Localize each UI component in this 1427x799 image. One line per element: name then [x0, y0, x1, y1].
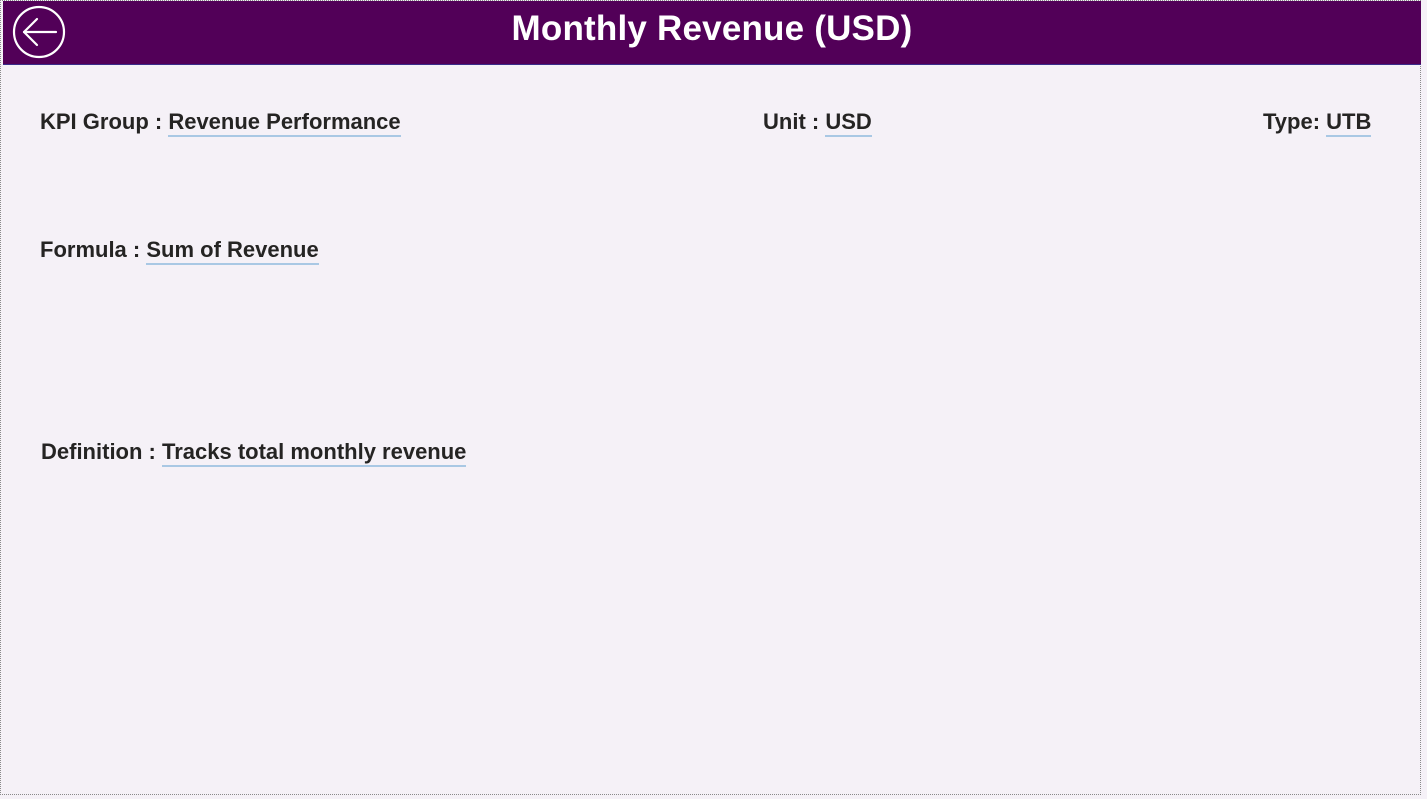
- type-value[interactable]: UTB: [1326, 109, 1372, 137]
- header-bar: Monthly Revenue (USD): [3, 1, 1421, 65]
- formula-label: Formula :: [40, 237, 147, 262]
- kpi-group-value[interactable]: Revenue Performance: [168, 109, 401, 137]
- unit-label: Unit :: [763, 109, 826, 134]
- unit-field: Unit : USD: [763, 109, 872, 137]
- definition-value[interactable]: Tracks total monthly revenue: [161, 439, 467, 467]
- definition-field: Definition : Tracks total monthly revenu…: [41, 439, 467, 467]
- kpi-group-field: KPI Group : Revenue Performance: [40, 109, 401, 137]
- unit-value[interactable]: USD: [825, 109, 872, 137]
- type-label: Type:: [1263, 109, 1327, 134]
- formula-field: Formula : Sum of Revenue: [40, 237, 319, 265]
- page-title: Monthly Revenue (USD): [511, 9, 913, 48]
- kpi-detail-page: Monthly Revenue (USD) KPI Group : Revenu…: [0, 0, 1421, 795]
- definition-label: Definition :: [41, 439, 162, 464]
- kpi-group-label: KPI Group :: [40, 109, 169, 134]
- type-field: Type: UTB: [1263, 109, 1372, 137]
- formula-value[interactable]: Sum of Revenue: [146, 237, 319, 265]
